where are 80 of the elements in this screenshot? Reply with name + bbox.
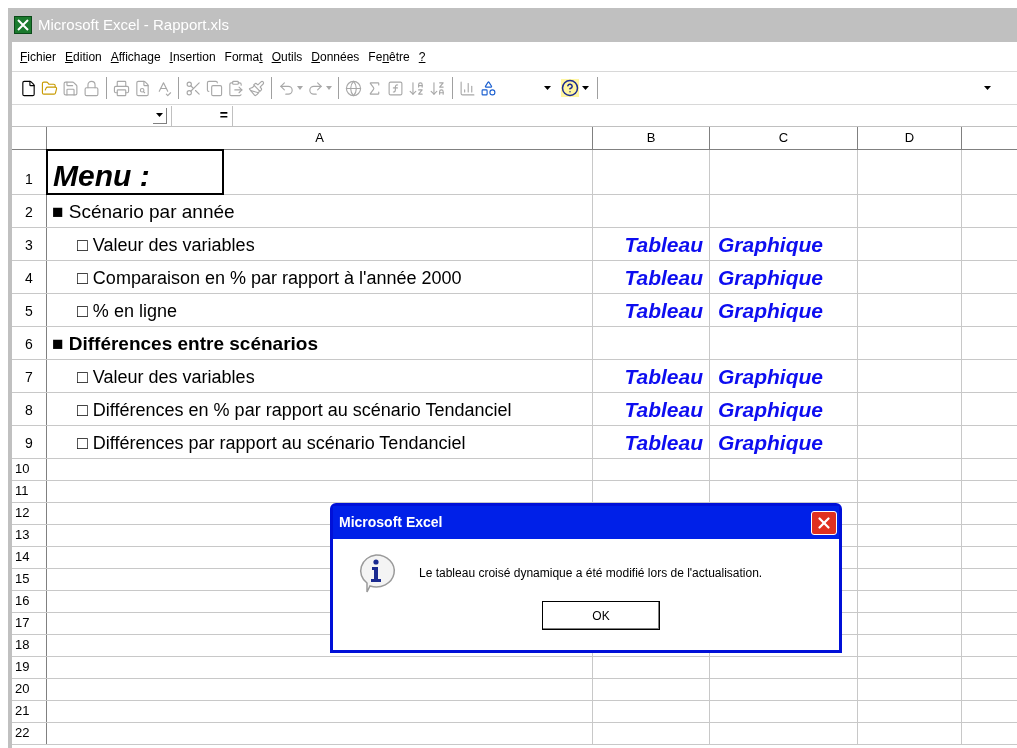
menu-title: Menu : bbox=[52, 161, 150, 193]
brush-icon bbox=[248, 79, 265, 97]
menu-item[interactable]: Affichage bbox=[110, 47, 161, 66]
caret-icon bbox=[543, 86, 551, 90]
folder-icon bbox=[41, 79, 58, 97]
magnifier-page-icon bbox=[134, 79, 151, 97]
menu-item[interactable]: Edition bbox=[65, 47, 102, 66]
section-heading: ■ Différences entre scénarios bbox=[51, 331, 318, 356]
row-header: 16 bbox=[12, 591, 47, 612]
table-link[interactable]: Tableau bbox=[624, 264, 703, 291]
bar-chart-icon bbox=[459, 79, 476, 97]
section-heading: ■ Scénario par année bbox=[51, 199, 235, 224]
lock-icon bbox=[83, 79, 100, 97]
close-button[interactable] bbox=[811, 510, 837, 535]
table-link[interactable]: Tableau bbox=[624, 429, 703, 456]
file-icon bbox=[20, 79, 37, 97]
chart-link[interactable]: Graphique bbox=[718, 264, 823, 291]
sort-descending-icon bbox=[429, 79, 446, 97]
row-header: 19 bbox=[12, 657, 47, 678]
active-cell[interactable]: Menu : bbox=[47, 150, 223, 194]
column-header[interactable]: A bbox=[47, 127, 593, 149]
row-header: 10 bbox=[12, 459, 47, 480]
table-link[interactable]: Tableau bbox=[624, 231, 703, 258]
clipboard-icon bbox=[227, 79, 244, 97]
menu-item[interactable]: Outils bbox=[271, 47, 303, 66]
caret-icon bbox=[326, 86, 332, 90]
help-icon bbox=[561, 79, 579, 97]
scissors-icon bbox=[185, 79, 202, 97]
caret-icon bbox=[983, 86, 991, 90]
column-header[interactable]: D bbox=[858, 127, 962, 149]
chart-link[interactable]: Graphique bbox=[718, 297, 823, 324]
caret-icon bbox=[582, 86, 589, 90]
row-header: 20 bbox=[12, 679, 47, 700]
function-icon bbox=[387, 79, 404, 97]
table-link[interactable]: Tableau bbox=[624, 297, 703, 324]
globe-icon bbox=[345, 79, 362, 97]
row-header: 22 bbox=[12, 723, 47, 744]
menu-item[interactable]: Fenêtre bbox=[368, 47, 410, 66]
column-header[interactable]: C bbox=[710, 127, 858, 149]
chart-link[interactable]: Graphique bbox=[718, 429, 823, 456]
row-header: 13 bbox=[12, 525, 47, 546]
chart-link[interactable]: Graphique bbox=[718, 231, 823, 258]
table-link[interactable]: Tableau bbox=[624, 363, 703, 390]
dialog-title: Microsoft Excel bbox=[339, 513, 443, 532]
chart-link[interactable]: Graphique bbox=[718, 396, 823, 423]
menu-item[interactable]: Format bbox=[224, 47, 263, 66]
row-header: 21 bbox=[12, 701, 47, 722]
menu-item-text: □ Différences par rapport au scénario Tendanciel bbox=[76, 432, 466, 455]
menu-item-text: □ Valeur des variables bbox=[76, 366, 255, 389]
column-header[interactable]: B bbox=[593, 127, 710, 149]
formula-equals: = bbox=[218, 106, 229, 125]
window-title: Microsoft Excel - Rapport.xls bbox=[38, 14, 229, 35]
dialog-message: Le tableau croisé dynamique a été modifié lors de l'actualisation. bbox=[419, 565, 763, 582]
menu-item[interactable]: Insertion bbox=[169, 47, 216, 66]
row-header: 18 bbox=[12, 635, 47, 656]
undo-icon bbox=[278, 79, 295, 97]
printer-icon bbox=[113, 79, 130, 97]
caret-icon bbox=[297, 86, 303, 90]
row-header: 15 bbox=[12, 569, 47, 590]
redo-icon bbox=[307, 79, 324, 97]
help-button[interactable] bbox=[561, 79, 589, 97]
row-header: 14 bbox=[12, 547, 47, 568]
menu-item-text: □ Différences en % par rapport au scénario Tendanciel bbox=[76, 399, 512, 422]
sort-ascending-icon bbox=[408, 79, 425, 97]
menu-item[interactable]: ? bbox=[418, 47, 426, 66]
ok-button[interactable]: OK bbox=[542, 601, 660, 630]
menu-item[interactable]: Fichier bbox=[20, 47, 57, 66]
shapes-icon bbox=[480, 79, 497, 97]
menu-item[interactable]: Données bbox=[311, 47, 360, 66]
menu-item-text: □ Valeur des variables bbox=[76, 234, 255, 257]
row-header: 17 bbox=[12, 613, 47, 634]
chart-link[interactable]: Graphique bbox=[718, 363, 823, 390]
row-header: 12 bbox=[12, 503, 47, 524]
row-header: 11 bbox=[12, 481, 47, 502]
copy-icon bbox=[206, 79, 223, 97]
menu-item-text: □ % en ligne bbox=[76, 300, 177, 323]
caret-icon bbox=[156, 113, 163, 117]
table-link[interactable]: Tableau bbox=[624, 396, 703, 423]
menu-item-text: □ Comparaison en % par rapport à l'année 2000 bbox=[76, 267, 462, 290]
spreadsheet-logo-icon bbox=[14, 16, 32, 34]
